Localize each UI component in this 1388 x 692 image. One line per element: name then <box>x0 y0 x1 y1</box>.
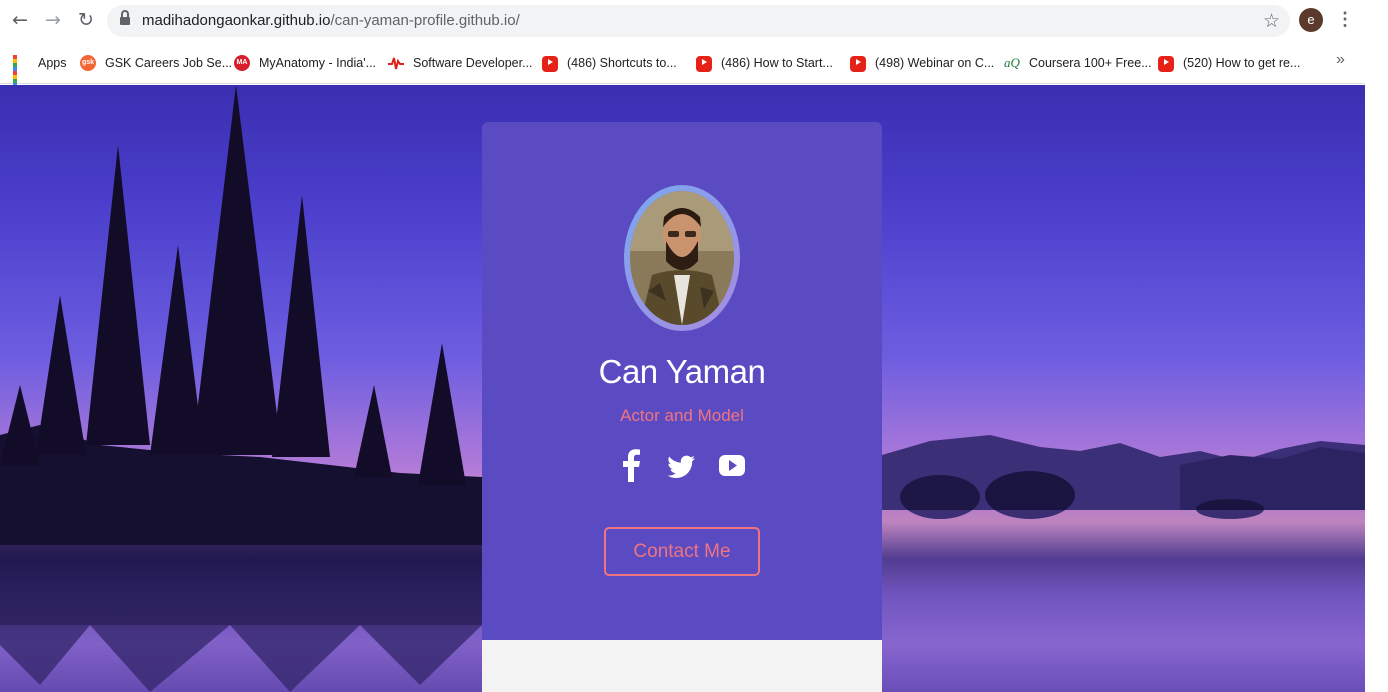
social-links <box>482 449 882 483</box>
youtube-icon <box>850 56 866 72</box>
bookmark-label: (520) How to get re... <box>1183 56 1301 70</box>
profile-name: Can Yaman <box>598 353 766 390</box>
bookmark-label: (486) How to Start... <box>721 56 833 70</box>
more-bookmarks-icon[interactable]: » <box>1336 51 1345 69</box>
youtube-icon[interactable] <box>718 449 746 483</box>
bookmark-how-to-start[interactable]: (486) How to Start... <box>696 53 833 73</box>
forward-icon[interactable]: → <box>42 9 64 31</box>
aq-icon: aQ <box>1004 55 1020 70</box>
profile-avatar[interactable]: e <box>1299 8 1323 32</box>
youtube-icon <box>542 56 558 72</box>
bookmark-label: Apps <box>38 56 67 70</box>
pulse-icon <box>388 55 404 71</box>
myanatomy-icon: MA <box>234 55 250 71</box>
apps-grid-icon <box>13 55 29 91</box>
bookmark-myanatomy[interactable]: MA MyAnatomy - India'... <box>234 53 376 73</box>
reload-icon[interactable]: ↻ <box>75 9 97 31</box>
profile-photo-frame <box>624 185 740 331</box>
profile-card-body: Can Yaman Actor and Model Contact Me <box>482 122 882 640</box>
bookmark-webinar[interactable]: (498) Webinar on C... <box>850 53 994 73</box>
profile-photo <box>630 191 734 325</box>
bookmark-how-to-get[interactable]: (520) How to get re... <box>1158 53 1300 73</box>
twitter-icon[interactable] <box>667 449 696 483</box>
address-bar[interactable]: madihadongaonkar.github.io/can-yaman-pro… <box>107 5 1290 37</box>
url-text[interactable]: madihadongaonkar.github.io/can-yaman-pro… <box>142 12 520 29</box>
url-path: /can-yaman-profile.github.io/ <box>330 12 520 29</box>
bookmarks-bar: Apps gsk GSK Careers Job Se... MA MyAnatom… <box>0 42 1365 91</box>
bookmark-shortcuts[interactable]: (486) Shortcuts to... <box>542 53 677 73</box>
bookmark-coursera[interactable]: aQ Coursera 100+ Free... <box>1004 53 1152 73</box>
profile-card-footer <box>482 640 882 692</box>
bookmark-apps[interactable]: Apps <box>13 53 67 91</box>
bookmark-star-icon[interactable]: ☆ <box>1263 10 1280 32</box>
bookmark-software-developer[interactable]: Software Developer... <box>388 53 533 73</box>
gsk-icon: gsk <box>80 55 96 71</box>
bookmark-label: (498) Webinar on C... <box>875 56 995 70</box>
contact-me-button[interactable]: Contact Me <box>604 527 760 576</box>
url-host: madihadongaonkar.github.io <box>142 12 331 29</box>
scrollbar-gutter[interactable] <box>1365 42 1388 692</box>
bookmark-label: Software Developer... <box>413 56 533 70</box>
facebook-icon[interactable] <box>618 449 646 483</box>
bookmark-label: (486) Shortcuts to... <box>567 56 677 70</box>
bookmark-label: Coursera 100+ Free... <box>1029 56 1152 70</box>
bookmark-label: MyAnatomy - India'... <box>259 56 377 70</box>
profile-card: Can Yaman Actor and Model Contact Me <box>482 122 882 692</box>
browser-toolbar: ← → ↻ madihadongaonkar.github.io/can-yam… <box>0 0 1365 42</box>
bookmark-label: GSK Careers Job Se... <box>105 56 233 70</box>
youtube-icon <box>1158 56 1174 72</box>
profile-role: Actor and Model <box>620 406 744 425</box>
browser-menu-icon[interactable]: ⋮ <box>1336 8 1354 32</box>
youtube-icon <box>696 56 712 72</box>
bookmark-gsk[interactable]: gsk GSK Careers Job Se... <box>80 53 232 73</box>
page-background: Can Yaman Actor and Model Contact Me <box>0 85 1365 692</box>
lock-icon <box>120 10 130 27</box>
back-icon[interactable]: ← <box>9 9 31 31</box>
